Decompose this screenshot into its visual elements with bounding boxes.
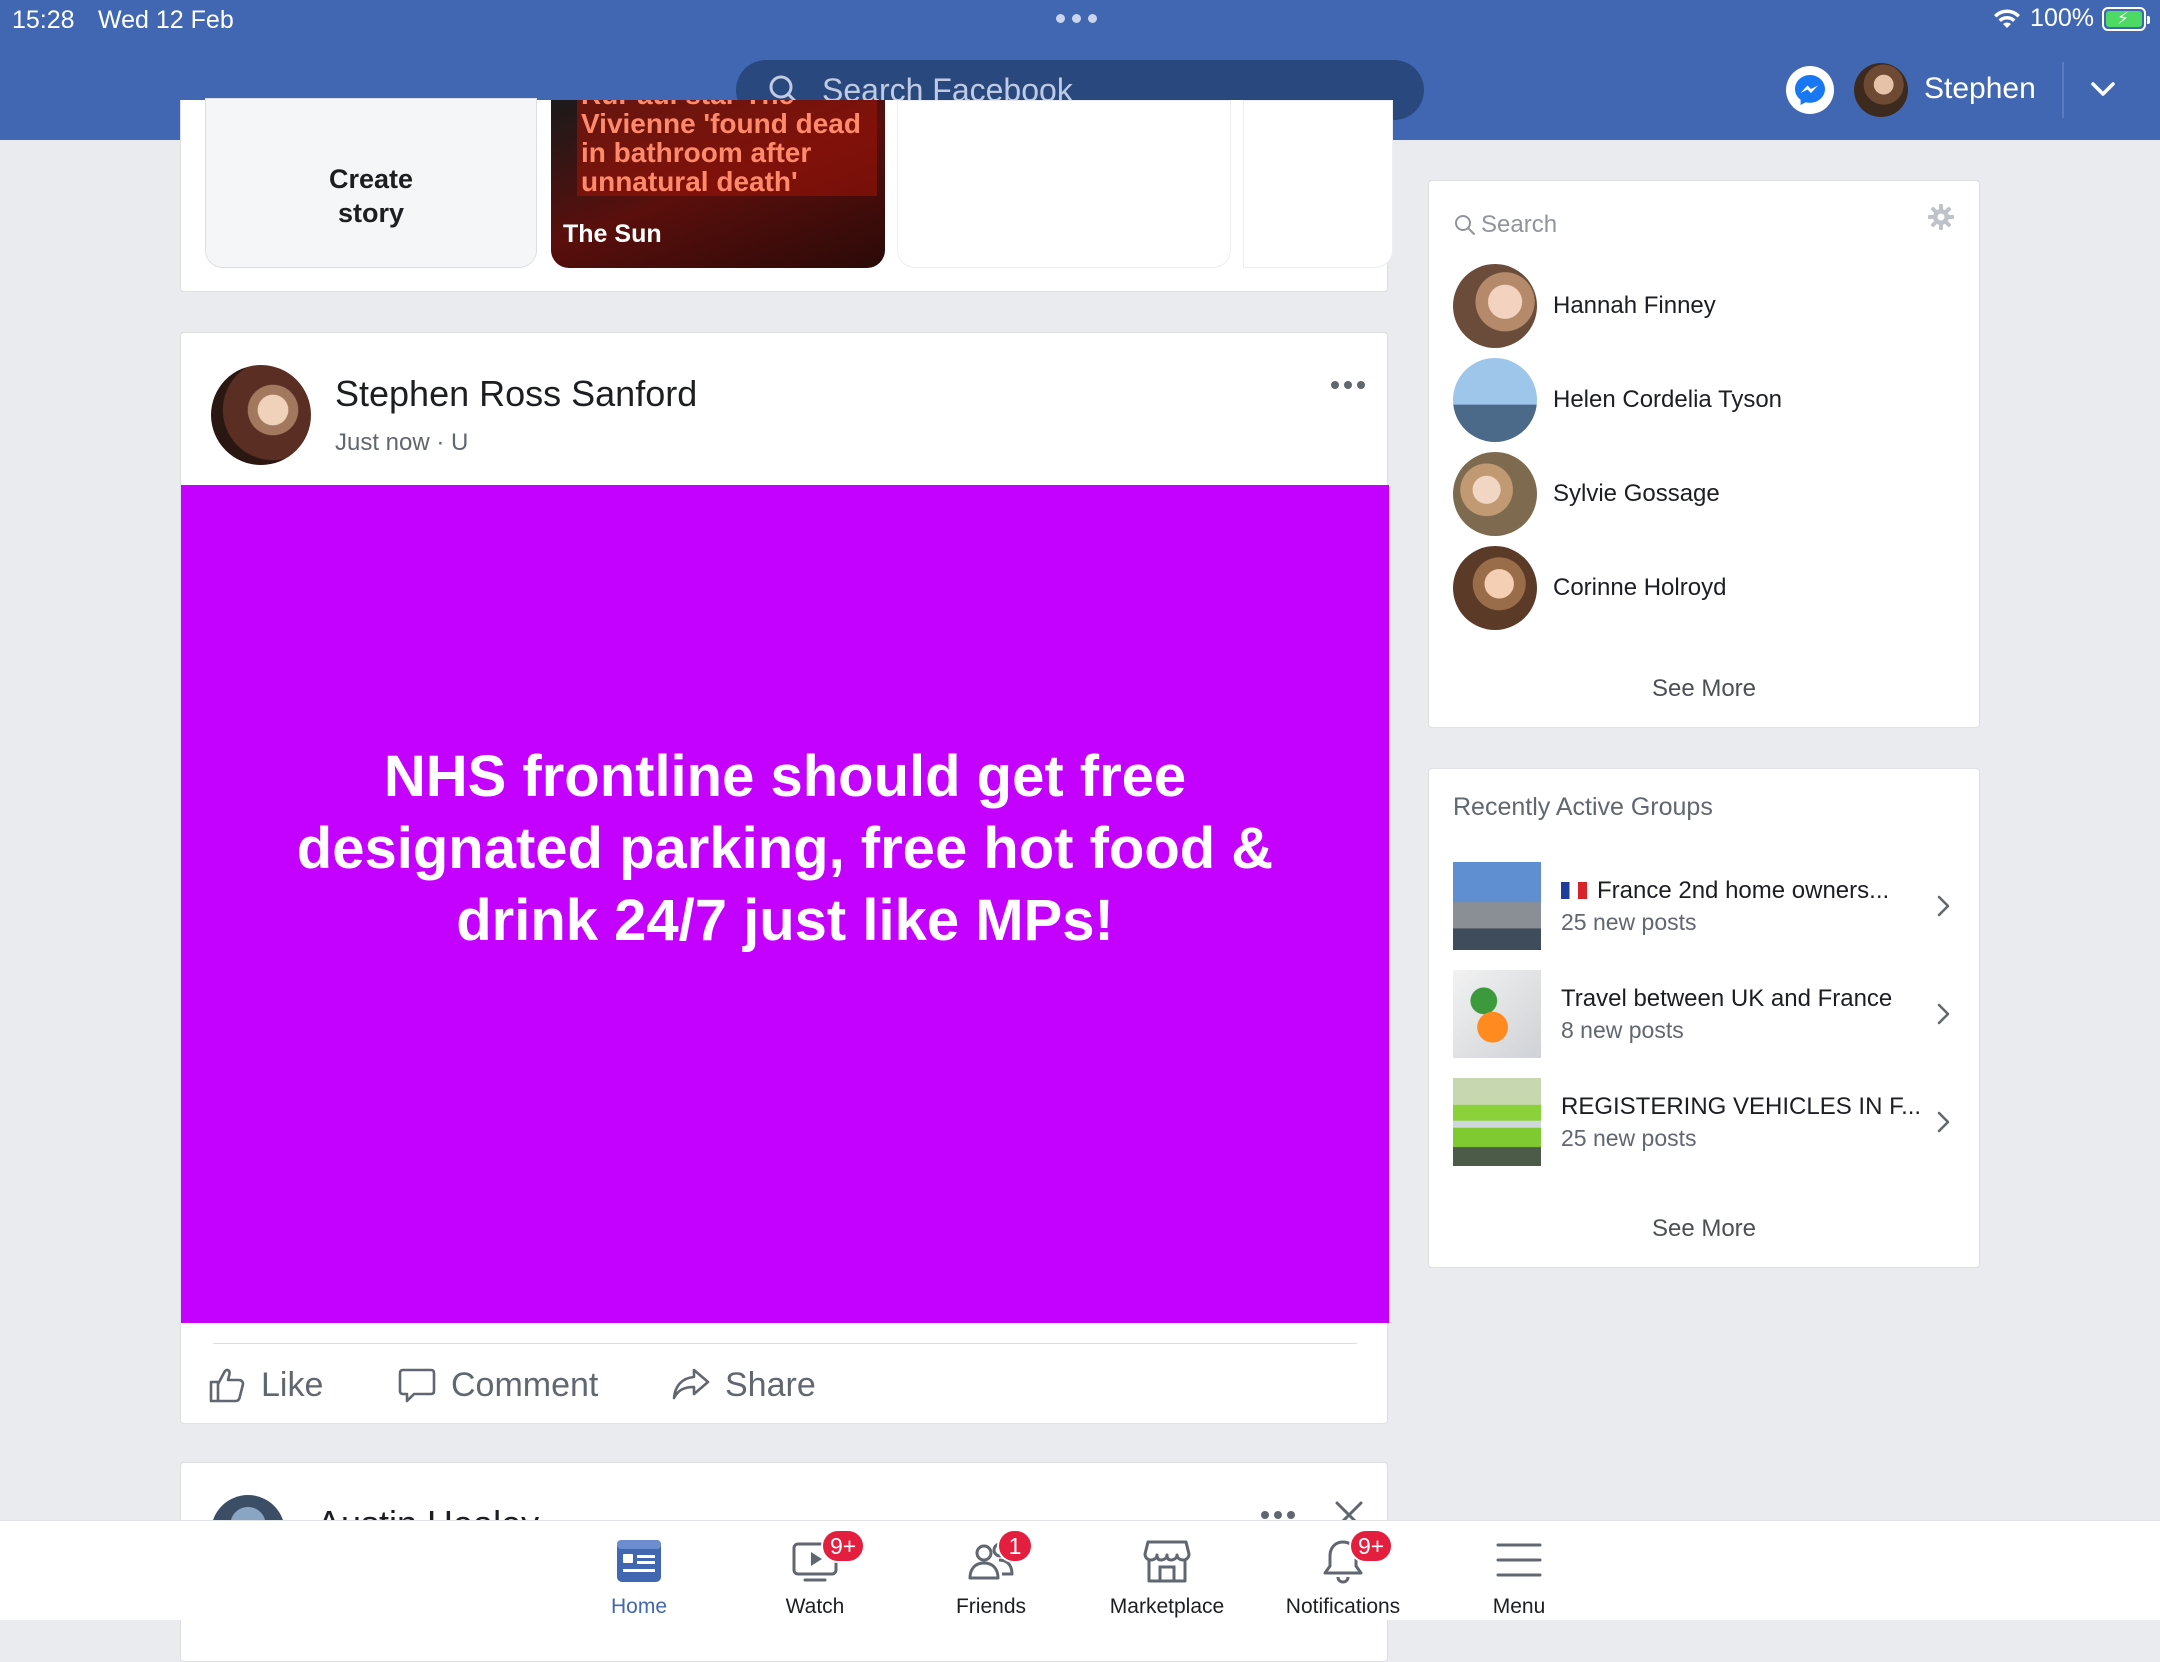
tab-friends-label: Friends xyxy=(955,1595,1027,1618)
battery-percent: 100% xyxy=(2030,4,2094,32)
groups-see-more-button[interactable]: See More xyxy=(1429,1215,1979,1243)
avatar xyxy=(1453,358,1537,442)
contacts-search-placeholder: Search xyxy=(1481,211,1558,238)
groups-panel-title: Recently Active Groups xyxy=(1453,793,1713,821)
group-name: Travel between UK and France xyxy=(1561,984,1893,1012)
news-story-source: The Sun xyxy=(563,220,662,248)
group-item[interactable]: REGISTERING VEHICLES IN F... 25 new post… xyxy=(1453,1077,1963,1167)
feed-post: Stephen Ross Sanford Just now · U NHS fr… xyxy=(180,332,1389,1424)
chevron-down-icon[interactable] xyxy=(2088,74,2118,104)
chevron-right-icon xyxy=(1937,1003,1950,1025)
tab-menu[interactable]: Menu xyxy=(1439,1533,1599,1619)
tab-marketplace[interactable]: Marketplace xyxy=(1087,1533,1247,1619)
status-time: 15:28 xyxy=(12,6,75,34)
friends-icon: 1 xyxy=(961,1529,1033,1589)
create-story-label-1: Create xyxy=(328,164,414,194)
recently-active-groups-panel: Recently Active Groups France 2nd home o… xyxy=(1428,768,1980,1268)
bell-icon: 9+ xyxy=(1313,1529,1394,1589)
menu-icon xyxy=(1489,1533,1549,1589)
bottom-tab-bar: Home 9+ Watch 1 Friends Marketplace 9+ N… xyxy=(0,1520,2160,1620)
contact-name: Sylvie Gossage xyxy=(1553,480,1720,507)
create-story-label-2: story xyxy=(337,198,405,228)
chevron-right-icon xyxy=(1937,895,1950,917)
comment-button[interactable]: Comment xyxy=(397,1365,598,1405)
tab-notifications[interactable]: 9+ Notifications xyxy=(1263,1529,1423,1619)
search-icon xyxy=(1455,215,1475,235)
contact-name: Corinne Holroyd xyxy=(1553,574,1727,601)
stories-tray: Create story RuPaul star The Vivienne 'f… xyxy=(180,98,1393,292)
tab-marketplace-label: Marketplace xyxy=(1109,1595,1225,1618)
header-divider xyxy=(2062,62,2064,118)
share-label: Share xyxy=(725,1365,816,1404)
share-icon xyxy=(672,1368,710,1400)
group-thumbnail xyxy=(1453,862,1541,950)
profile-name[interactable]: Stephen xyxy=(1924,72,2036,106)
contact-name: Helen Cordelia Tyson xyxy=(1553,386,1783,413)
contacts-see-more-button[interactable]: See More xyxy=(1429,675,1979,703)
battery-icon: ⚡ xyxy=(2102,6,2150,31)
group-item[interactable]: France 2nd home owners... 25 new posts xyxy=(1453,861,1963,951)
notifications-badge: 9+ xyxy=(1349,1529,1394,1563)
messenger-icon[interactable] xyxy=(1786,66,1834,114)
multitasking-dots-icon[interactable] xyxy=(1056,14,1097,23)
profile-avatar[interactable] xyxy=(1854,63,1908,117)
avatar xyxy=(1453,264,1537,348)
story-placeholder[interactable] xyxy=(897,100,1231,268)
like-button[interactable]: Like xyxy=(207,1365,323,1405)
thumbs-up-icon xyxy=(209,1368,245,1403)
tab-home[interactable]: Home xyxy=(559,1533,719,1619)
post-colored-background: NHS frontline should get free designated… xyxy=(181,485,1389,1323)
news-story-headline: RuPaul star The Vivienne 'found dead in … xyxy=(577,100,877,196)
create-story-button[interactable]: Create story xyxy=(205,98,537,268)
contact-name: Hannah Finney xyxy=(1553,292,1716,319)
group-thumbnail xyxy=(1453,1078,1541,1166)
chevron-right-icon xyxy=(1937,1111,1950,1133)
group-new-posts: 8 new posts xyxy=(1561,1016,1684,1043)
contact-item[interactable]: Sylvie Gossage xyxy=(1453,451,1957,537)
tab-watch-label: Watch xyxy=(785,1595,845,1618)
more-options-icon[interactable] xyxy=(1331,381,1365,389)
contact-item[interactable]: Helen Cordelia Tyson xyxy=(1453,357,1957,443)
tab-home-label: Home xyxy=(610,1595,668,1618)
gear-icon[interactable] xyxy=(1927,203,1955,231)
group-name: REGISTERING VEHICLES IN F... xyxy=(1561,1092,1922,1120)
comment-label: Comment xyxy=(451,1365,599,1404)
contacts-panel: Search Hannah Finney Helen Cordelia Tyso… xyxy=(1428,180,1980,728)
tab-friends[interactable]: 1 Friends xyxy=(911,1529,1071,1619)
comment-icon xyxy=(398,1368,436,1403)
post-author-avatar[interactable] xyxy=(211,365,311,465)
tab-notifications-label: Notifications xyxy=(1285,1595,1401,1618)
post-timestamp: Just now · U xyxy=(335,429,469,456)
status-indicators: 100% ⚡ xyxy=(1992,4,2150,33)
marketplace-icon xyxy=(1137,1533,1197,1589)
post-author-name[interactable]: Stephen Ross Sanford xyxy=(335,373,697,415)
tab-watch[interactable]: 9+ Watch xyxy=(735,1529,895,1619)
group-new-posts: 25 new posts xyxy=(1561,908,1697,935)
contacts-search-input[interactable]: Search xyxy=(1453,203,1957,247)
like-label: Like xyxy=(261,1365,324,1404)
tab-menu-label: Menu xyxy=(1492,1595,1546,1618)
news-story-card[interactable]: RuPaul star The Vivienne 'found dead in … xyxy=(551,100,885,268)
contact-item[interactable]: Corinne Holroyd xyxy=(1453,545,1957,631)
group-name: France 2nd home owners... xyxy=(1597,876,1890,904)
share-button[interactable]: Share xyxy=(671,1365,816,1405)
group-thumbnail xyxy=(1453,970,1541,1058)
post-text: NHS frontline should get free designated… xyxy=(296,744,1274,953)
contact-item[interactable]: Hannah Finney xyxy=(1453,263,1957,349)
status-date: Wed 12 Feb xyxy=(98,6,234,34)
home-icon xyxy=(609,1533,669,1589)
group-new-posts: 25 new posts xyxy=(1561,1124,1697,1151)
post-divider xyxy=(213,1343,1357,1344)
more-options-icon[interactable] xyxy=(1261,1511,1295,1519)
watch-icon: 9+ xyxy=(785,1529,866,1589)
avatar xyxy=(1453,546,1537,630)
friends-badge: 1 xyxy=(997,1529,1033,1563)
story-placeholder[interactable] xyxy=(1243,100,1393,268)
avatar xyxy=(1453,452,1537,536)
watch-badge: 9+ xyxy=(821,1529,866,1563)
group-item[interactable]: Travel between UK and France 8 new posts xyxy=(1453,969,1963,1059)
wifi-icon xyxy=(1994,8,2021,28)
france-flag-icon xyxy=(1561,881,1587,899)
